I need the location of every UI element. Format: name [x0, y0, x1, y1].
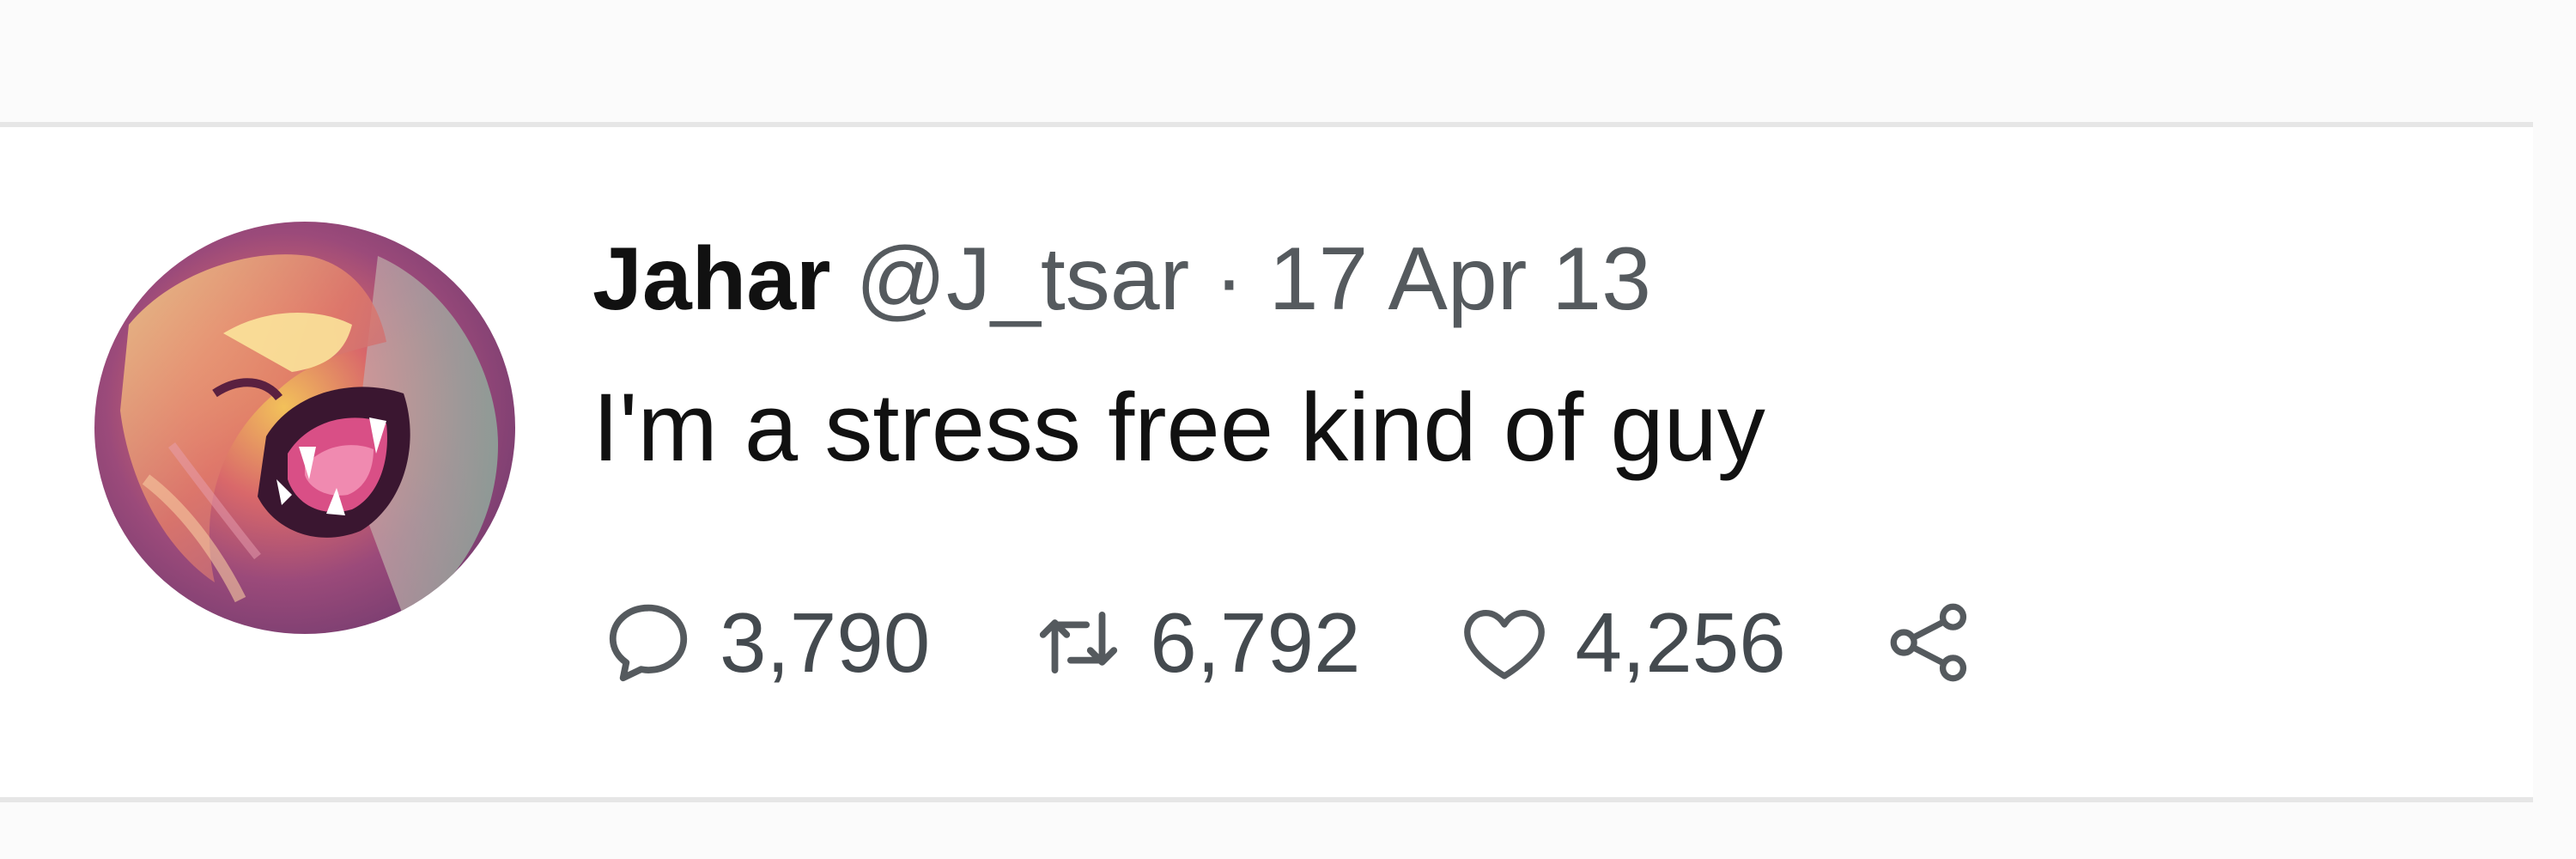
reply-button[interactable]: 3,790	[601, 591, 930, 694]
lion-roaring-avatar-image	[94, 222, 515, 634]
tweet-date[interactable]: 17 Apr 13	[1269, 229, 1651, 329]
heart-icon	[1457, 595, 1552, 690]
tweet-text: I'm a stress free kind of guy	[592, 374, 1765, 481]
like-button[interactable]: 4,256	[1457, 591, 1786, 694]
like-count: 4,256	[1575, 595, 1786, 690]
share-button[interactable]	[1882, 595, 1977, 690]
tweet-header: Jahar @J_tsar · 17 Apr 13	[592, 223, 1651, 335]
retweet-icon	[1031, 595, 1126, 690]
tweet-page: Jahar @J_tsar · 17 Apr 13 I'm a stress f…	[0, 0, 2576, 859]
display-name[interactable]: Jahar	[592, 229, 831, 329]
retweet-count: 6,792	[1150, 595, 1361, 690]
tweet-actions: 3,790 6,792 4,256	[601, 591, 1977, 694]
user-handle[interactable]: @J_tsar	[855, 229, 1189, 329]
bottom-divider	[0, 797, 2533, 802]
retweet-button[interactable]: 6,792	[1031, 591, 1361, 694]
reply-icon	[601, 595, 696, 690]
tweet-card[interactable]: Jahar @J_tsar · 17 Apr 13 I'm a stress f…	[0, 127, 2533, 797]
share-icon	[1882, 595, 1977, 690]
avatar[interactable]	[94, 222, 515, 634]
header-separator: ·	[1214, 229, 1244, 329]
reply-count: 3,790	[720, 595, 931, 690]
